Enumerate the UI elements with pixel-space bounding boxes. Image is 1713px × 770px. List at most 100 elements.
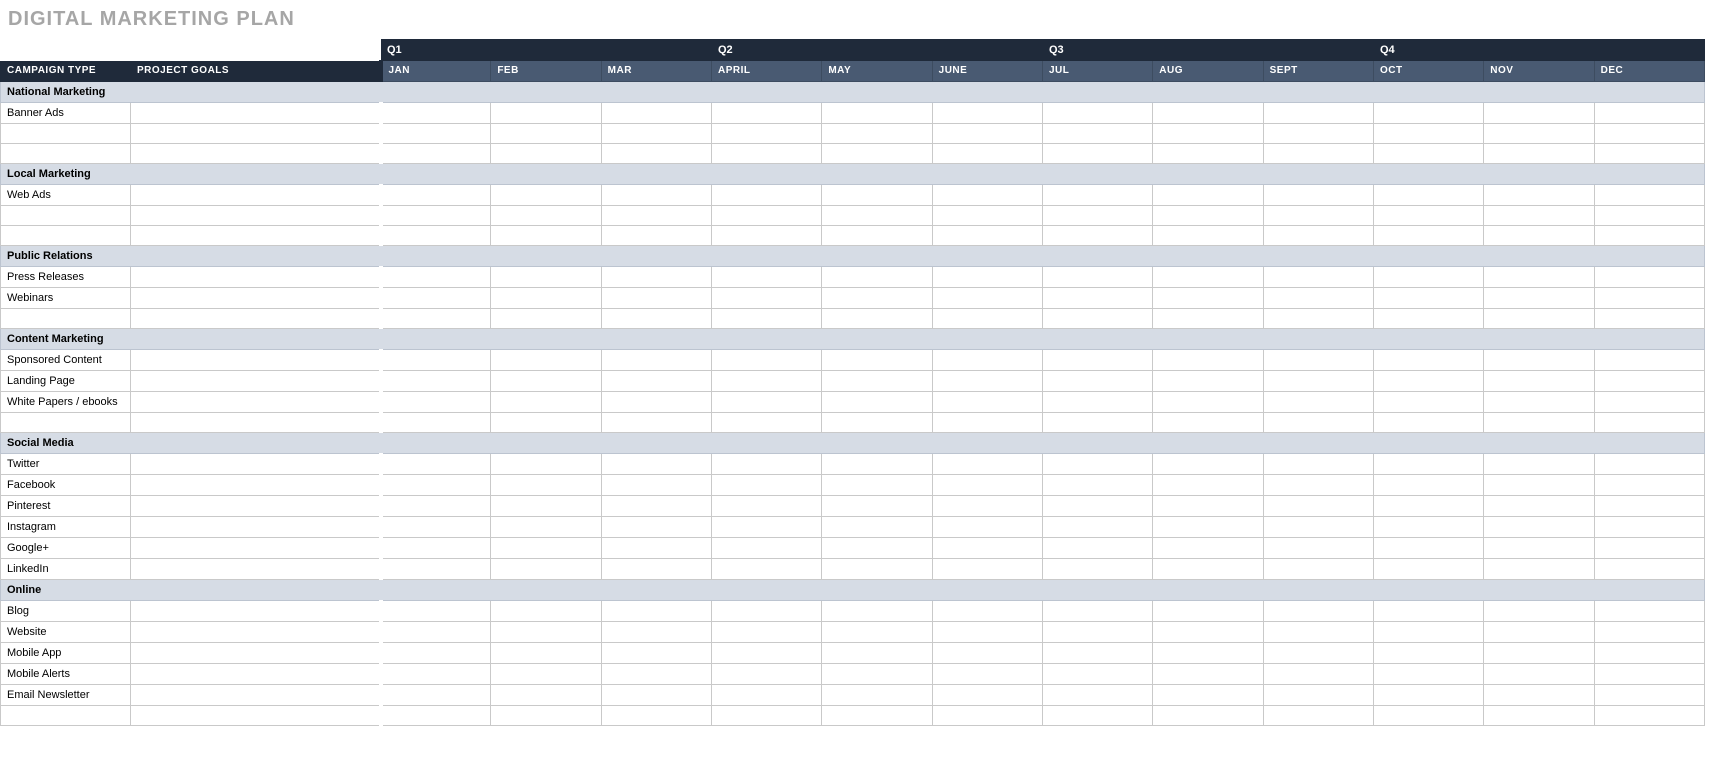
month-cell[interactable] [491, 309, 601, 329]
month-cell[interactable] [1153, 643, 1263, 664]
month-cell[interactable] [932, 601, 1042, 622]
month-cell[interactable] [1594, 103, 1704, 124]
month-cell[interactable] [822, 475, 932, 496]
month-cell[interactable] [1484, 103, 1594, 124]
month-cell[interactable] [1153, 413, 1263, 433]
month-cell[interactable] [822, 685, 932, 706]
month-cell[interactable] [1042, 664, 1152, 685]
month-cell[interactable] [1042, 288, 1152, 309]
month-cell[interactable] [1042, 103, 1152, 124]
month-cell[interactable] [1594, 309, 1704, 329]
month-cell[interactable] [711, 685, 821, 706]
month-cell[interactable] [1263, 664, 1373, 685]
month-cell[interactable] [1373, 185, 1483, 206]
month-cell[interactable] [1484, 206, 1594, 226]
month-cell[interactable] [1484, 706, 1594, 726]
month-cell[interactable] [1153, 350, 1263, 371]
month-cell[interactable] [822, 392, 932, 413]
month-cell[interactable] [1594, 144, 1704, 164]
month-cell[interactable] [1042, 392, 1152, 413]
month-cell[interactable] [1263, 538, 1373, 559]
campaign-type-cell[interactable] [1, 226, 131, 246]
month-cell[interactable] [1373, 288, 1483, 309]
month-cell[interactable] [381, 144, 491, 164]
month-cell[interactable] [1042, 685, 1152, 706]
month-cell[interactable] [932, 413, 1042, 433]
campaign-type-cell[interactable]: Sponsored Content [1, 350, 131, 371]
month-cell[interactable] [491, 706, 601, 726]
month-cell[interactable] [711, 706, 821, 726]
month-cell[interactable] [381, 309, 491, 329]
month-cell[interactable] [1373, 643, 1483, 664]
month-cell[interactable] [1373, 267, 1483, 288]
project-goals-cell[interactable] [131, 706, 381, 726]
month-cell[interactable] [491, 664, 601, 685]
month-cell[interactable] [381, 601, 491, 622]
month-cell[interactable] [1042, 517, 1152, 538]
month-cell[interactable] [932, 288, 1042, 309]
month-cell[interactable] [1263, 267, 1373, 288]
month-cell[interactable] [1373, 371, 1483, 392]
month-cell[interactable] [1373, 350, 1483, 371]
month-cell[interactable] [1153, 226, 1263, 246]
month-cell[interactable] [822, 103, 932, 124]
month-cell[interactable] [932, 309, 1042, 329]
month-cell[interactable] [1042, 226, 1152, 246]
month-cell[interactable] [1042, 643, 1152, 664]
month-cell[interactable] [822, 206, 932, 226]
month-cell[interactable] [491, 643, 601, 664]
month-cell[interactable] [491, 517, 601, 538]
month-cell[interactable] [932, 226, 1042, 246]
project-goals-cell[interactable] [131, 538, 381, 559]
month-cell[interactable] [1484, 350, 1594, 371]
month-cell[interactable] [1263, 706, 1373, 726]
month-cell[interactable] [1594, 226, 1704, 246]
month-cell[interactable] [1263, 517, 1373, 538]
month-cell[interactable] [1594, 475, 1704, 496]
month-cell[interactable] [1594, 371, 1704, 392]
month-cell[interactable] [601, 706, 711, 726]
project-goals-cell[interactable] [131, 685, 381, 706]
month-cell[interactable] [1594, 538, 1704, 559]
month-cell[interactable] [932, 371, 1042, 392]
month-cell[interactable] [381, 475, 491, 496]
month-cell[interactable] [711, 267, 821, 288]
month-cell[interactable] [1153, 206, 1263, 226]
month-cell[interactable] [1373, 413, 1483, 433]
month-cell[interactable] [1594, 124, 1704, 144]
month-cell[interactable] [711, 206, 821, 226]
month-cell[interactable] [491, 288, 601, 309]
month-cell[interactable] [932, 124, 1042, 144]
month-cell[interactable] [491, 371, 601, 392]
project-goals-cell[interactable] [131, 309, 381, 329]
month-cell[interactable] [1594, 622, 1704, 643]
month-cell[interactable] [1263, 206, 1373, 226]
month-cell[interactable] [1153, 706, 1263, 726]
month-cell[interactable] [932, 206, 1042, 226]
project-goals-cell[interactable] [131, 643, 381, 664]
month-cell[interactable] [1263, 475, 1373, 496]
month-cell[interactable] [1594, 413, 1704, 433]
month-cell[interactable] [1153, 538, 1263, 559]
month-cell[interactable] [491, 454, 601, 475]
campaign-type-cell[interactable]: Press Releases [1, 267, 131, 288]
month-cell[interactable] [1042, 185, 1152, 206]
month-cell[interactable] [711, 371, 821, 392]
month-cell[interactable] [381, 226, 491, 246]
month-cell[interactable] [1484, 517, 1594, 538]
month-cell[interactable] [491, 124, 601, 144]
month-cell[interactable] [1153, 185, 1263, 206]
month-cell[interactable] [1153, 124, 1263, 144]
month-cell[interactable] [1373, 685, 1483, 706]
month-cell[interactable] [932, 496, 1042, 517]
campaign-type-cell[interactable]: Website [1, 622, 131, 643]
month-cell[interactable] [1594, 454, 1704, 475]
month-cell[interactable] [711, 643, 821, 664]
month-cell[interactable] [601, 685, 711, 706]
month-cell[interactable] [381, 454, 491, 475]
month-cell[interactable] [1153, 664, 1263, 685]
month-cell[interactable] [491, 538, 601, 559]
month-cell[interactable] [381, 496, 491, 517]
month-cell[interactable] [822, 350, 932, 371]
month-cell[interactable] [1373, 496, 1483, 517]
